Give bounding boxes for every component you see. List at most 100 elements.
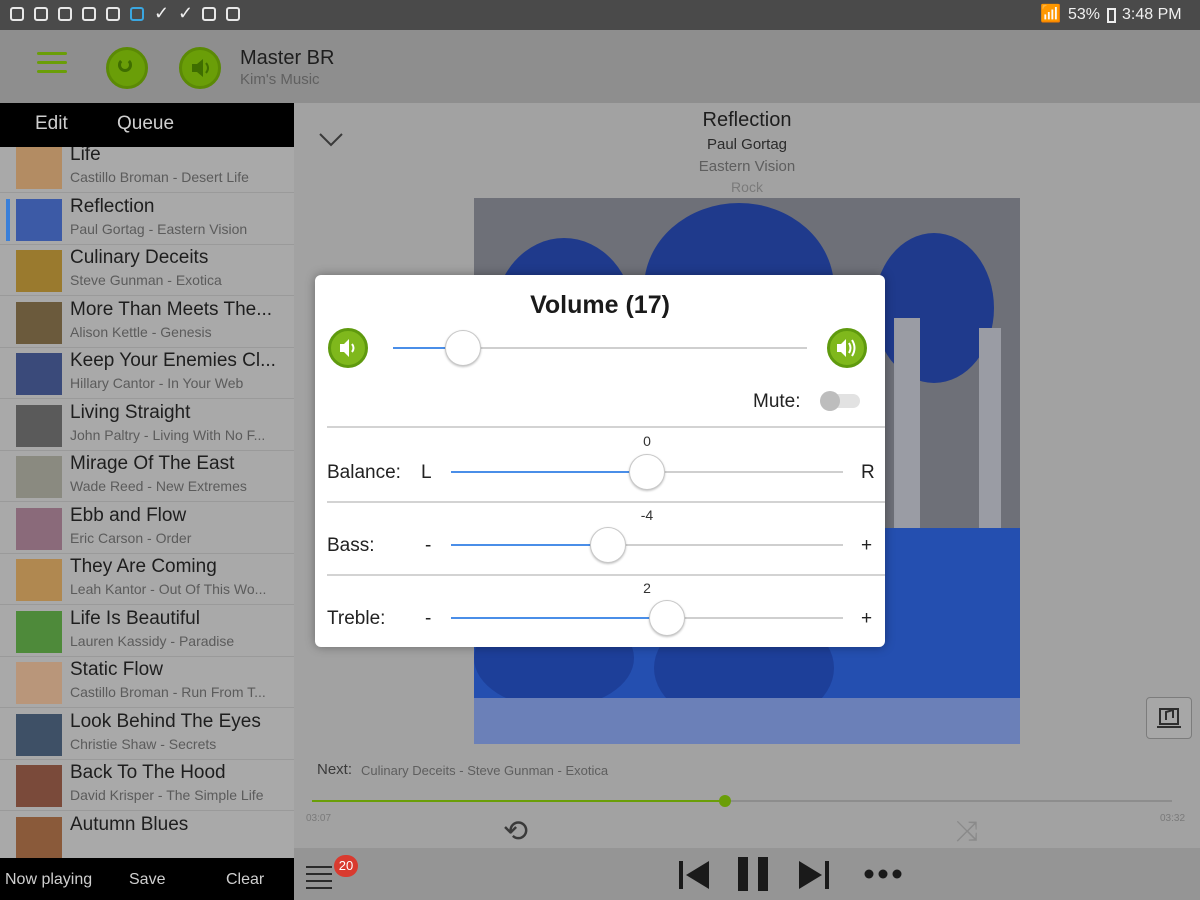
progress-fill — [312, 800, 725, 802]
menu-icon[interactable] — [37, 46, 67, 79]
treble-thumb[interactable] — [648, 600, 685, 636]
power-button[interactable] — [106, 47, 148, 89]
now-playing-button[interactable]: Now playing — [5, 871, 92, 889]
track-row[interactable]: Life Is Beautiful Lauren Kassidy - Paradi… — [0, 605, 294, 657]
notification-icon — [10, 7, 24, 21]
track-row[interactable]: More Than Meets The... Alison Kettle - Ge… — [0, 296, 294, 348]
volume-thumb[interactable] — [445, 330, 482, 366]
bass-max-label: + — [861, 535, 873, 556]
album-thumbnail — [16, 250, 62, 292]
bass-value: -4 — [640, 507, 654, 523]
balance-max-label: R — [861, 462, 875, 483]
track-row-subtitle: Eric Carson - Order — [70, 529, 192, 546]
pause-icon[interactable] — [736, 855, 772, 893]
balance-label: Balance: — [327, 462, 401, 483]
queue-panel: Edit Queue Life Castillo Broman - Desert … — [0, 103, 294, 900]
track-row[interactable]: Living Straight John Paltry - Living With… — [0, 399, 294, 451]
album-thumbnail — [16, 816, 62, 858]
volume-up-button[interactable] — [827, 328, 867, 368]
album-thumbnail — [16, 610, 62, 653]
track-row[interactable]: Look Behind The Eyes Christie Shaw - Secr… — [0, 708, 294, 760]
progress-bar[interactable] — [312, 795, 1172, 807]
music-note-icon — [1157, 708, 1181, 728]
treble-fill — [451, 617, 667, 619]
track-row-title: Autumn Blues — [70, 813, 189, 835]
track-row-subtitle: David Krisper - The Simple Life — [70, 787, 264, 803]
track-title: Reflection — [702, 109, 792, 131]
track-row-subtitle: Hillary Cantor - In Your Web — [70, 375, 244, 391]
lyrics-button[interactable] — [1146, 697, 1192, 739]
track-row-title: Mirage Of The East — [70, 453, 235, 474]
album-thumbnail — [16, 713, 62, 756]
track-row-title: Culinary Deceits — [70, 247, 209, 268]
album-thumbnail — [16, 353, 62, 395]
progress-thumb[interactable] — [718, 795, 731, 807]
track-row[interactable]: Life Castillo Broman - Desert Life — [0, 147, 294, 193]
more-icon[interactable] — [864, 868, 904, 880]
divider — [327, 426, 885, 428]
bass-min-label: - — [425, 535, 432, 556]
elapsed-time: 03:07 — [306, 813, 332, 824]
next-icon[interactable] — [796, 857, 832, 893]
balance-fill — [451, 471, 647, 473]
app-header: Master BR Kim's Music — [0, 30, 1200, 103]
shuffle-icon[interactable]: ⤨ — [956, 815, 978, 848]
track-row-title: Living Straight — [70, 401, 191, 423]
zone-subtitle: Kim's Music — [240, 71, 320, 88]
volume-title: Volume (17) — [530, 291, 670, 319]
repeat-icon[interactable]: ⟲ — [503, 814, 528, 849]
battery-icon — [1107, 8, 1116, 23]
track-row[interactable]: Back To The Hood David Krisper - The Simp… — [0, 759, 294, 811]
track-row[interactable]: Ebb and Flow Eric Carson - Order — [0, 502, 294, 554]
bass-thumb[interactable] — [589, 527, 626, 563]
track-row-title: More Than Meets The... — [70, 298, 273, 320]
balance-value: 0 — [643, 433, 651, 449]
volume-dialog: Volume (17) Mute: 0 Balance: L R -4 Bass… — [315, 275, 885, 647]
mute-label: Mute: — [753, 391, 801, 412]
tab-queue[interactable]: Queue — [117, 113, 174, 135]
track-row-title: Life Is Beautiful — [70, 607, 200, 629]
mute-toggle[interactable] — [820, 391, 860, 411]
balance-thumb[interactable] — [629, 454, 665, 490]
next-track: Culinary Deceits - Steve Gunman - Exotic… — [361, 763, 609, 778]
volume-button[interactable] — [179, 47, 221, 89]
save-button[interactable]: Save — [129, 871, 165, 889]
notification-icon — [34, 7, 48, 21]
track-album: Eastern Vision — [698, 158, 796, 175]
track-row[interactable]: Reflection Paul Gortag - Eastern Vision — [0, 193, 294, 245]
notification-icon — [130, 7, 144, 21]
track-row[interactable]: Autumn Blues — [0, 811, 294, 858]
track-row-title: Life — [70, 147, 101, 165]
wifi-icon: 📶 — [1040, 4, 1062, 23]
volume-down-button[interactable] — [328, 328, 368, 368]
album-thumbnail — [16, 301, 62, 344]
album-thumbnail — [16, 765, 62, 807]
battery-text: 53% — [1068, 6, 1101, 23]
volume-slider[interactable] — [393, 330, 807, 366]
queue-count-badge: 20 — [334, 855, 358, 877]
camera-icon — [202, 7, 216, 21]
treble-slider[interactable] — [451, 600, 843, 636]
playback-bar: 20 — [294, 848, 1200, 900]
mute-toggle-knob — [820, 391, 840, 411]
bass-slider[interactable] — [451, 527, 843, 563]
track-row-subtitle: John Paltry - Living With No F... — [70, 426, 266, 443]
queue-icon[interactable] — [306, 866, 332, 889]
track-row[interactable]: Culinary Deceits Steve Gunman - Exotica — [0, 244, 294, 296]
balance-slider[interactable] — [451, 454, 843, 490]
total-time: 03:32 — [1160, 813, 1186, 824]
track-row-subtitle: Christie Shaw - Secrets — [70, 735, 217, 752]
album-thumbnail — [16, 456, 62, 498]
track-row[interactable]: Keep Your Enemies Cl... Hillary Cantor - … — [0, 347, 294, 399]
track-row-title: Keep Your Enemies Cl... — [70, 350, 276, 371]
track-row[interactable]: Static Flow Castillo Broman - Run From T.… — [0, 656, 294, 708]
track-row[interactable]: They Are Coming Leah Kantor - Out Of This… — [0, 553, 294, 605]
clear-button[interactable]: Clear — [226, 871, 264, 889]
divider — [327, 501, 885, 503]
tab-edit[interactable]: Edit — [35, 113, 68, 135]
track-row[interactable]: Mirage Of The East Wade Reed - New Extrem… — [0, 450, 294, 502]
track-row-subtitle: Castillo Broman - Desert Life — [70, 169, 249, 185]
track-artist: Paul Gortag — [706, 136, 788, 153]
queue-tabs: Edit Queue — [0, 103, 294, 147]
previous-icon[interactable] — [676, 857, 712, 893]
